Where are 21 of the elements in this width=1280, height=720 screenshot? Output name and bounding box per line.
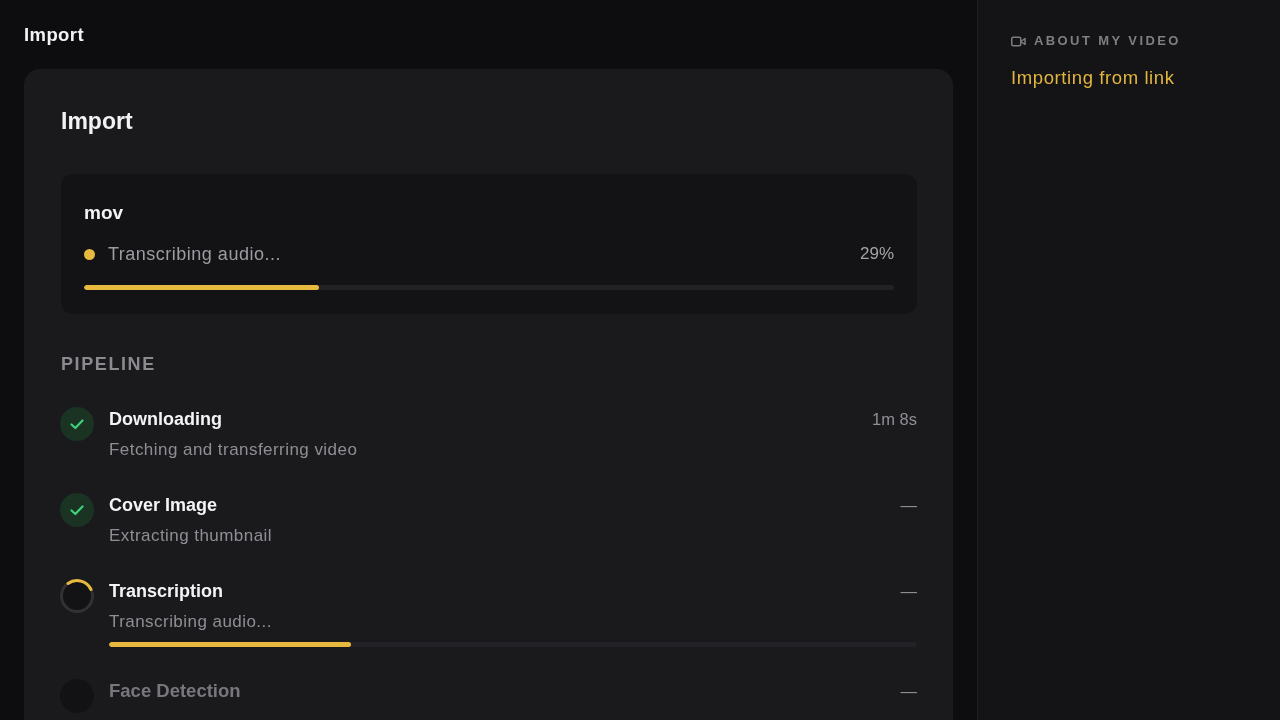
step-title: Transcription [109, 580, 224, 603]
import-status-text: Importing from link [1011, 67, 1175, 89]
video-camera-icon [1011, 35, 1026, 47]
step-time: 1m 8s [872, 409, 917, 430]
step-time: — [900, 495, 917, 516]
job-name: mov [84, 202, 124, 224]
step-title: Downloading [109, 408, 222, 431]
step-subtitle: Extracting thumbnail [109, 525, 273, 547]
step-title: Face Detection [109, 679, 241, 703]
step-subtitle: Fetching and transferring video [109, 439, 358, 461]
sidebar-section-title: ABOUT MY VIDEO [1034, 32, 1181, 50]
job-status: Transcribing audio... [108, 243, 281, 265]
card-title: Import [61, 107, 133, 136]
step-title: Cover Image [109, 494, 218, 517]
step-time: — [900, 681, 917, 702]
step-subtitle: Transcribing audio... [109, 611, 272, 633]
pipeline-heading: PIPELINE [61, 353, 156, 376]
job-percent: 29% [859, 243, 894, 265]
step-time: — [900, 581, 917, 602]
status-dot-icon [84, 248, 95, 260]
page-title: Import [24, 24, 84, 46]
